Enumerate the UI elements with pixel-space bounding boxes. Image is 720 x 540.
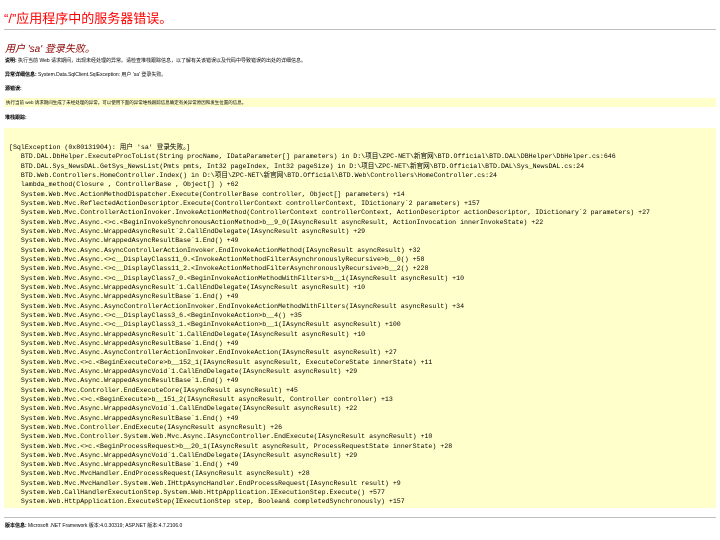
stack-trace-line: System.Web.Mvc.<>c.<BeginExecuteCore>b__… (20, 358, 433, 366)
stack-trace-line: System.Web.Mvc.Async.AsyncControllerActi… (20, 302, 465, 310)
stack-trace-line: System.Web.Mvc.Controller.EndExecute(IAs… (20, 423, 283, 431)
stack-trace-line: System.Web.Mvc.Controller.EndExecuteCore… (20, 386, 298, 394)
error-subtitle: 用户 'sa' 登录失败。 (5, 44, 95, 55)
stack-trace-line: lambda_method(Closure , ControllerBase ,… (20, 181, 239, 189)
stack-trace-line: System.Web.Mvc.Async.<>c__DisplayClass7_… (20, 274, 465, 282)
description-section: 说明: 执行当前 Web 请求期间，出现未经处理的异常。请检查堆栈跟踪信息，以了… (5, 58, 306, 65)
stack-trace-line: System.Web.Mvc.<>c.<BeginExecute>b__151_… (20, 395, 393, 403)
stack-trace-label: 堆栈跟踪: (5, 115, 27, 121)
page-title: “/”应用程序中的服务器错误。 (4, 11, 173, 26)
stack-trace-line: System.Web.Mvc.MvcHandler.System.Web.IHt… (20, 479, 401, 487)
stack-trace-box: [SqlException (0x80131904): 用户 'sa' 登录失败… (4, 128, 716, 508)
description-label: 说明: (5, 58, 17, 64)
title-divider (4, 29, 716, 30)
source-error-text: 执行当前 web 请求期间生成了未经处理的异常。可以使用下面的异常堆栈跟踪信息确… (6, 100, 247, 105)
stack-trace-line: System.Web.Mvc.Async.WrappedAsyncResultB… (20, 293, 239, 301)
version-text: Microsoft .NET Framework 版本:4.0.30319; A… (26, 523, 183, 529)
exception-details-text: System.Data.SqlClient.SqlException: 用户 '… (36, 72, 167, 78)
stack-trace-line: System.Web.Mvc.ReflectedActionDescriptor… (20, 199, 480, 207)
stack-trace-line: System.Web.CallHandlerExecutionStep.Syst… (20, 489, 385, 497)
stack-trace-line: System.Web.Mvc.Async.WrappedAsyncResult`… (20, 330, 366, 338)
exception-details-section: 异常详细信息: System.Data.SqlClient.SqlExcepti… (5, 72, 166, 79)
description-text: 执行当前 Web 请求期间，出现未经处理的异常。请检查堆栈跟踪信息，以了解有关该… (16, 58, 307, 64)
stack-trace-line: System.Web.Mvc.Async.WrappedAsyncResultB… (20, 461, 239, 469)
version-label: 版本信息: (5, 523, 27, 529)
stack-trace-line: System.Web.Mvc.Controller.System.Web.Mvc… (20, 433, 433, 441)
footer-divider (4, 517, 716, 518)
stack-trace-line: System.Web.Mvc.Async.<>c__DisplayClass11… (20, 265, 429, 273)
stack-trace-heading: 堆栈跟踪: (5, 115, 27, 122)
stack-trace-line: System.Web.Mvc.MvcHandler.EndProcessRequ… (20, 470, 310, 478)
stack-trace-line: System.Web.Mvc.Async.WrappedAsyncResultB… (20, 414, 239, 422)
stack-trace-line: System.Web.Mvc.<>c.<BeginProcessRequest>… (20, 442, 453, 450)
stack-trace-line: System.Web.Mvc.Async.WrappedAsyncVoid`1.… (20, 405, 358, 413)
stack-trace-line: System.Web.Mvc.Async.WrappedAsyncResultB… (20, 339, 239, 347)
stack-trace-line: System.Web.Mvc.Async.<>c__DisplayClass3_… (20, 311, 302, 319)
version-info: 版本信息: Microsoft .NET Framework 版本:4.0.30… (5, 523, 182, 530)
stack-trace-line: System.Web.Mvc.Async.WrappedAsyncResultB… (20, 377, 239, 385)
stack-trace-line: System.Web.Mvc.Async.WrappedAsyncResultB… (20, 237, 239, 245)
source-error-heading: 源错误: (5, 86, 22, 93)
stack-trace-line: System.Web.Mvc.Async.WrappedAsyncVoid`1.… (20, 451, 358, 459)
stack-trace-line: [SqlException (0x80131904): 用户 'sa' 登录失败… (9, 144, 191, 151)
stack-trace-line: System.Web.Mvc.Async.<>c.<BeginInvokeSyn… (20, 218, 544, 226)
stack-trace-line: System.Web.Mvc.Async.<>c__DisplayClass11… (20, 255, 425, 263)
stack-trace-line: System.Web.Mvc.Async.AsyncControllerActi… (20, 246, 421, 254)
stack-trace-line: System.Web.Mvc.ControllerActionInvoker.I… (20, 209, 651, 217)
stack-trace-line: System.Web.Mvc.Async.WrappedAsyncResult`… (20, 283, 366, 291)
stack-trace-line: System.Web.Mvc.Async.<>c__DisplayClass3_… (20, 321, 401, 329)
stack-trace-line: BTD.DAL.Sys_NewsDAL.GetSys_NewsList(Pmts… (20, 162, 585, 170)
stack-trace-line: BTD.Web.Controllers.HomeController.Index… (20, 171, 498, 179)
stack-trace-line: System.Web.Mvc.Async.WrappedAsyncResult`… (20, 227, 366, 235)
stack-trace-line: System.Web.HttpApplication.ExecuteStep(I… (20, 498, 405, 506)
stack-trace-line: System.Web.Mvc.ActionMethodDispatcher.Ex… (20, 190, 405, 198)
exception-details-label: 异常详细信息: (5, 72, 37, 78)
source-error-box: 执行当前 web 请求期间生成了未经处理的异常。可以使用下面的异常堆栈跟踪信息确… (4, 98, 716, 107)
stack-trace-line: System.Web.Mvc.Async.AsyncControllerActi… (20, 349, 397, 357)
stack-trace-line: System.Web.Mvc.Async.WrappedAsyncVoid`1.… (20, 367, 358, 375)
stack-trace-text: [SqlException (0x80131904): 用户 'sa' 登录失败… (9, 143, 650, 507)
source-error-label: 源错误: (5, 86, 22, 92)
stack-trace-line: BTD.DAL.DbHelper.ExecuteProcToList(Strin… (20, 153, 616, 161)
